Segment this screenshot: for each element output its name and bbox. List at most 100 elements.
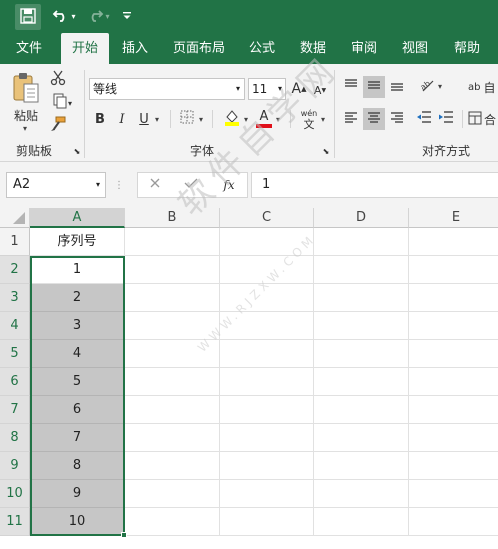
tab-page-layout[interactable]: 页面布局 [166, 33, 232, 64]
cell[interactable] [409, 228, 498, 256]
cell-a[interactable]: 7 [30, 424, 125, 452]
orientation-button[interactable]: ab [416, 76, 438, 98]
tab-view[interactable]: 视图 [394, 33, 436, 64]
phonetic-guide-button[interactable]: wén 文 [298, 108, 320, 132]
clipboard-launcher-icon[interactable]: ⬊ [72, 146, 82, 156]
cell[interactable] [314, 424, 409, 452]
column-header-a[interactable]: A [30, 208, 125, 228]
cell[interactable] [220, 396, 314, 424]
increase-font-size-button[interactable]: A ▲ [291, 78, 307, 100]
top-align-button[interactable] [341, 76, 361, 98]
decrease-indent-button[interactable] [414, 108, 434, 130]
font-color-button[interactable]: A [254, 108, 274, 130]
cell[interactable] [314, 368, 409, 396]
column-header-b[interactable]: B [125, 208, 220, 228]
tab-file[interactable]: 文件 [6, 33, 52, 64]
cell[interactable] [314, 256, 409, 284]
align-left-button[interactable] [341, 108, 361, 130]
fill-color-dropdown-icon[interactable]: ▾ [244, 115, 248, 124]
fill-handle[interactable] [121, 532, 127, 538]
cell-a[interactable]: 序列号 [30, 228, 125, 256]
italic-button[interactable]: I [114, 108, 130, 130]
cell[interactable] [125, 480, 220, 508]
cell[interactable] [409, 256, 498, 284]
cell-a[interactable]: 2 [30, 284, 125, 312]
cell[interactable] [314, 480, 409, 508]
cell[interactable] [125, 508, 220, 536]
column-header-c[interactable]: C [220, 208, 314, 228]
align-right-button[interactable] [387, 108, 407, 130]
cancel-entry-button[interactable] [145, 175, 165, 195]
cell[interactable] [220, 452, 314, 480]
cell-a[interactable]: 4 [30, 340, 125, 368]
middle-align-button[interactable] [363, 76, 385, 98]
tab-insert[interactable]: 插入 [113, 33, 157, 64]
cell[interactable] [220, 312, 314, 340]
cell[interactable] [409, 340, 498, 368]
cell[interactable] [220, 480, 314, 508]
tab-data[interactable]: 数据 [292, 33, 334, 64]
cell[interactable] [314, 312, 409, 340]
orientation-dropdown-icon[interactable]: ▾ [438, 82, 442, 91]
cell[interactable] [220, 340, 314, 368]
font-launcher-icon[interactable]: ⬊ [321, 146, 331, 156]
cell[interactable] [220, 256, 314, 284]
row-header[interactable]: 1 [0, 228, 30, 256]
cell[interactable] [314, 508, 409, 536]
bottom-align-button[interactable] [387, 76, 407, 98]
cell[interactable] [125, 228, 220, 256]
cell-a[interactable]: 10 [30, 508, 125, 536]
cell[interactable] [125, 340, 220, 368]
formula-input[interactable]: 1 [251, 172, 498, 198]
cell-a[interactable]: 6 [30, 396, 125, 424]
cell[interactable] [409, 424, 498, 452]
font-color-dropdown-icon[interactable]: ▾ [276, 115, 280, 124]
cell[interactable] [125, 424, 220, 452]
font-size-select[interactable]: 11 ▾ [248, 78, 286, 100]
row-header[interactable]: 9 [0, 452, 30, 480]
cell[interactable] [409, 396, 498, 424]
column-header-d[interactable]: D [314, 208, 409, 228]
cell-a[interactable]: 3 [30, 312, 125, 340]
redo-button[interactable]: ▾ [84, 0, 112, 33]
increase-indent-button[interactable] [436, 108, 456, 130]
cut-button[interactable] [48, 70, 68, 90]
cell[interactable] [220, 424, 314, 452]
row-header[interactable]: 3 [0, 284, 30, 312]
cell[interactable] [220, 368, 314, 396]
save-button[interactable] [15, 4, 41, 30]
cell[interactable] [314, 396, 409, 424]
row-header[interactable]: 7 [0, 396, 30, 424]
row-header[interactable]: 10 [0, 480, 30, 508]
align-center-button[interactable] [363, 108, 385, 130]
cell[interactable] [220, 284, 314, 312]
wrap-text-button[interactable]: ab 自 [468, 76, 498, 98]
cell[interactable] [125, 452, 220, 480]
tab-review[interactable]: 审阅 [343, 33, 385, 64]
tab-formulas[interactable]: 公式 [241, 33, 283, 64]
paste-dropdown-icon[interactable]: ▾ [23, 124, 27, 133]
borders-dropdown-icon[interactable]: ▾ [199, 115, 203, 124]
fill-color-button[interactable] [221, 108, 243, 130]
cell[interactable] [314, 452, 409, 480]
underline-button[interactable]: U [136, 108, 152, 130]
cell[interactable] [125, 256, 220, 284]
name-box[interactable]: A2 ▾ [6, 172, 106, 198]
copy-button[interactable]: ▾ [48, 93, 76, 113]
row-header[interactable]: 4 [0, 312, 30, 340]
row-header[interactable]: 8 [0, 424, 30, 452]
cell[interactable] [409, 508, 498, 536]
enter-button[interactable] [181, 175, 201, 195]
cell-a[interactable]: 5 [30, 368, 125, 396]
cell[interactable] [409, 480, 498, 508]
column-header-e[interactable]: E [409, 208, 498, 228]
row-header[interactable]: 2 [0, 256, 30, 284]
tab-help[interactable]: 帮助 [446, 33, 488, 64]
cell[interactable] [125, 312, 220, 340]
cell-a[interactable]: 1 [30, 256, 125, 284]
bold-button[interactable]: B [92, 108, 108, 130]
row-header[interactable]: 11 [0, 508, 30, 536]
cell[interactable] [409, 312, 498, 340]
cell[interactable] [125, 396, 220, 424]
cell[interactable] [314, 284, 409, 312]
